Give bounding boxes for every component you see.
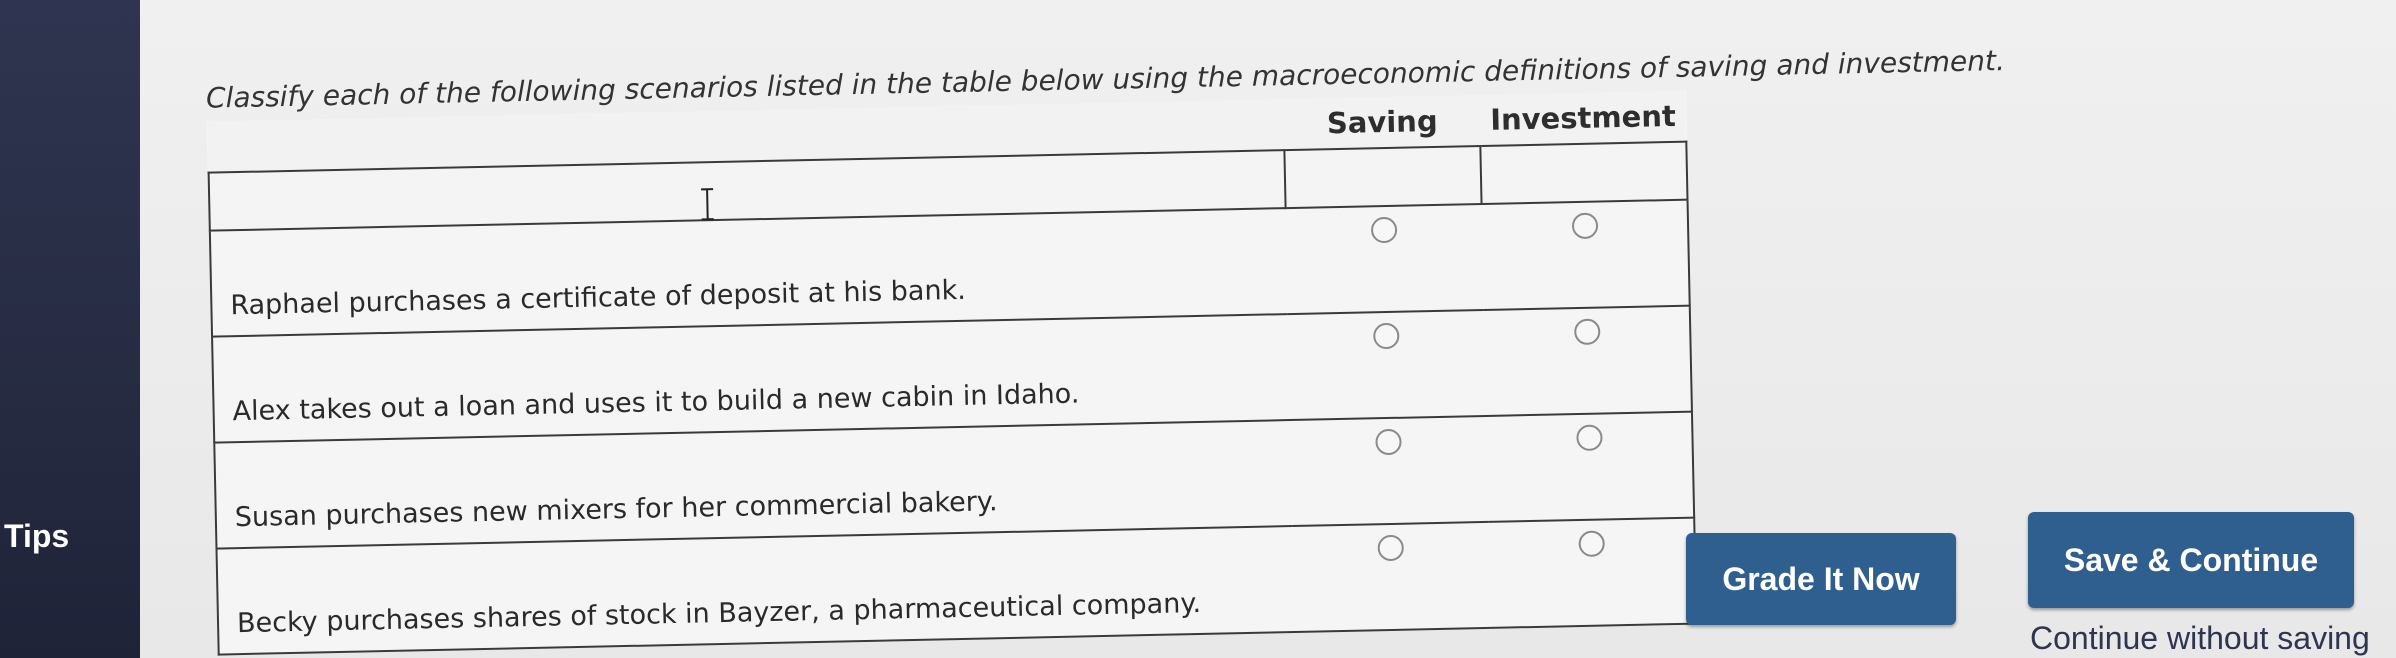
saving-cell (1292, 521, 1491, 632)
left-sidebar: Tips (0, 0, 140, 658)
column-header-investment: Investment (1479, 90, 1687, 146)
sidebar-item-tips[interactable]: Tips (4, 518, 69, 555)
scenario-text: Becky purchases shares of stock in Bayze… (236, 587, 1202, 640)
saving-cell (1286, 203, 1485, 315)
spacer-cell (1480, 141, 1688, 204)
text-cursor-icon (701, 188, 714, 221)
investment-cell (1486, 411, 1695, 522)
saving-radio-icon[interactable] (1373, 322, 1401, 350)
saving-cell (1288, 309, 1487, 421)
saving-radio-icon[interactable] (1375, 428, 1403, 456)
scenario-cell: Becky purchases shares of stock in Bayze… (216, 526, 1295, 655)
saving-radio-icon[interactable] (1371, 216, 1398, 244)
scenario-text: Raphael purchases a certificate of depos… (230, 274, 967, 322)
investment-radio-icon[interactable] (1571, 212, 1599, 240)
investment-cell (1484, 305, 1692, 416)
scenario-text: Susan purchases new mixers for her comme… (234, 486, 998, 534)
investment-radio-icon[interactable] (1575, 424, 1603, 452)
grade-it-now-button[interactable]: Grade It Now (1686, 533, 1956, 625)
continue-without-saving-link[interactable]: Continue without saving (2030, 620, 2370, 657)
question-content: Classify each of the following scenarios… (190, 0, 2005, 658)
investment-cell (1482, 199, 1690, 310)
save-continue-button[interactable]: Save & Continue (2028, 512, 2354, 608)
assignment-page: Tips Classify each of the following scen… (0, 0, 2396, 658)
investment-radio-icon[interactable] (1573, 318, 1601, 346)
investment-radio-icon[interactable] (1578, 530, 1605, 558)
investment-cell (1488, 517, 1697, 628)
spacer-cell (1284, 145, 1483, 209)
scenario-text: Alex takes out a loan and uses it to bui… (232, 378, 1080, 428)
saving-cell (1290, 415, 1489, 527)
classification-table: Saving Investment Raphael purchases a ce… (206, 90, 1698, 656)
saving-radio-icon[interactable] (1377, 534, 1405, 562)
column-header-saving: Saving (1283, 95, 1481, 151)
